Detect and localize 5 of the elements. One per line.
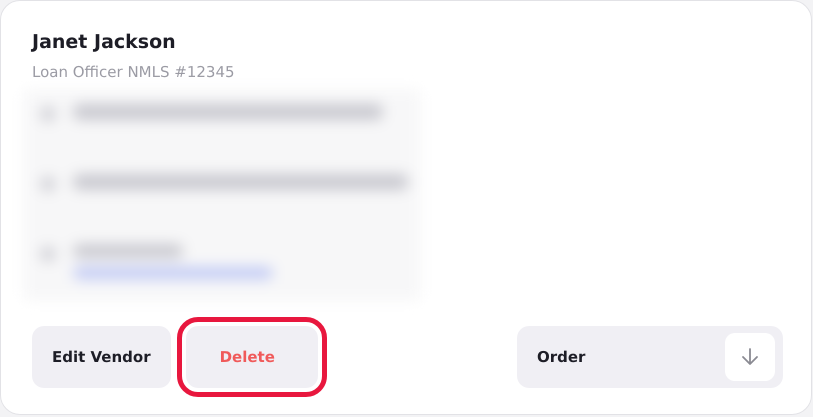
vendor-subtitle: Loan Officer NMLS #12345 xyxy=(32,63,236,81)
vendor-name: Janet Jackson xyxy=(32,31,177,53)
arrow-down-icon xyxy=(725,333,775,381)
order-button[interactable]: Order xyxy=(517,326,783,388)
edit-button[interactable]: Edit Vendor xyxy=(32,326,171,388)
